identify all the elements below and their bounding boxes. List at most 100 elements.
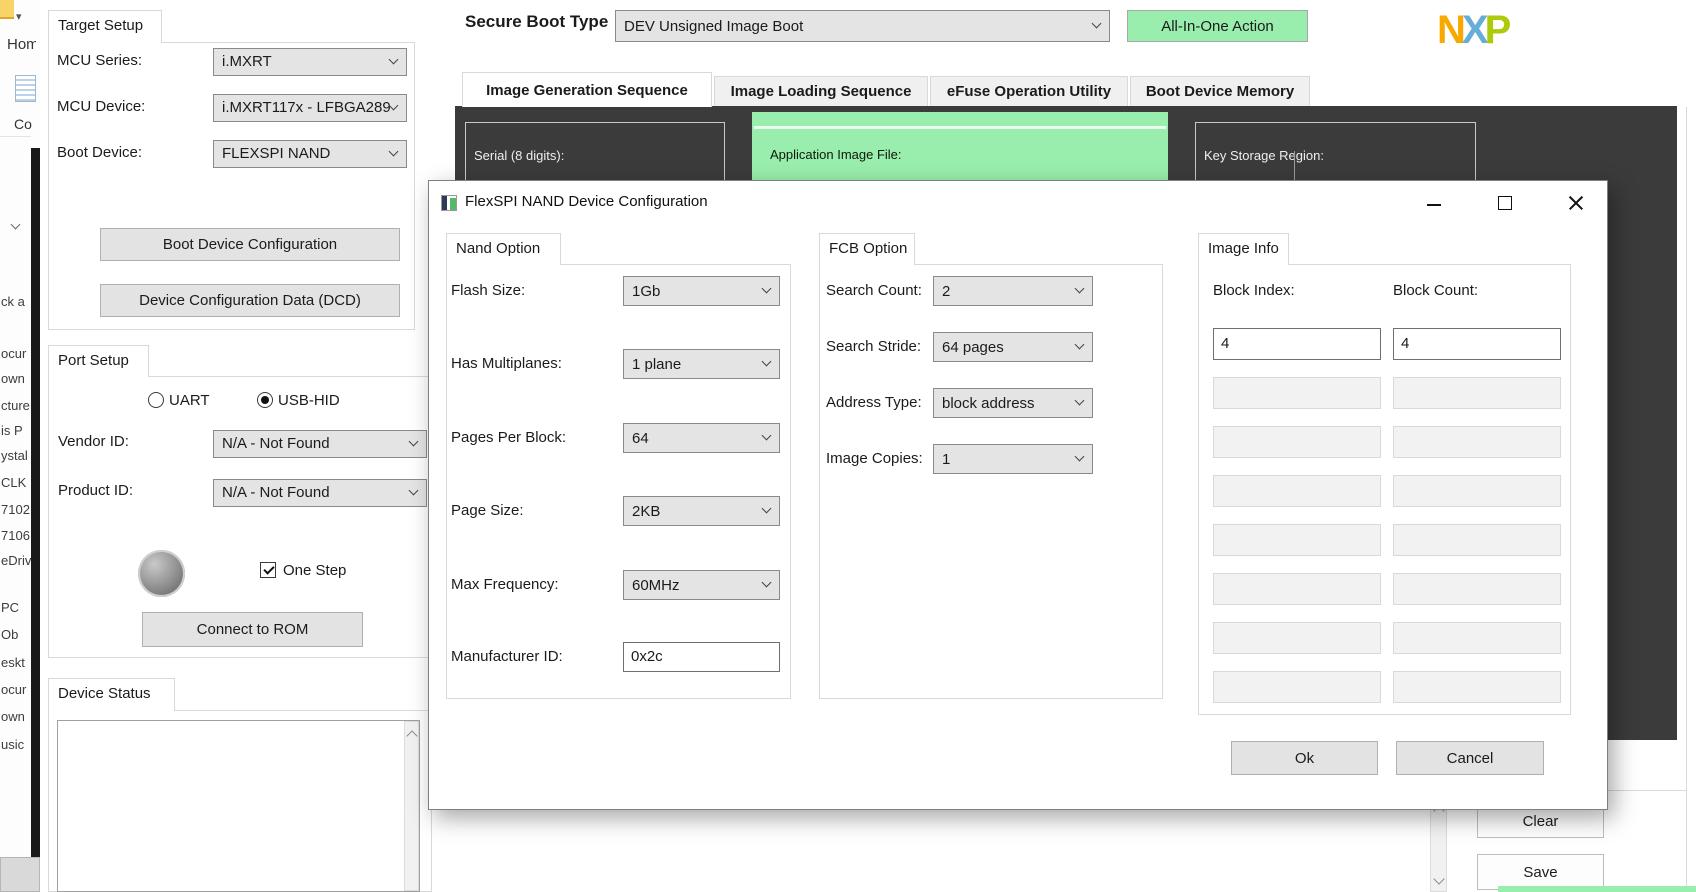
uart-radio[interactable] — [148, 392, 164, 408]
explorer-nav-item[interactable]: is P — [1, 423, 31, 440]
search-count-value: 2 — [942, 283, 951, 300]
explorer-nav-item[interactable]: Ob — [1, 627, 31, 644]
block-count-input — [1393, 622, 1561, 654]
connection-led-indicator — [138, 550, 185, 597]
close-button[interactable] — [1560, 191, 1590, 217]
explorer-home-tab[interactable]: Hom — [7, 36, 36, 53]
copy-document-icon[interactable] — [15, 75, 36, 102]
block-index-input — [1213, 377, 1381, 409]
explorer-nav-item[interactable]: CLK — [1, 475, 31, 492]
explorer-nav-item[interactable]: ocur — [1, 346, 31, 363]
explorer-nav-item[interactable]: ystal — [1, 448, 31, 465]
window-right-border — [1686, 107, 1687, 892]
boot-device-configuration-button[interactable]: Boot Device Configuration — [100, 228, 400, 261]
chevron-down-icon — [761, 283, 772, 294]
vendor-id-value: N/A - Not Found — [222, 435, 330, 452]
explorer-nav-item[interactable]: own — [1, 709, 31, 726]
flash-size-combo[interactable]: 1Gb — [623, 276, 780, 306]
explorer-nav-item[interactable]: PC — [1, 600, 31, 617]
group-tab-nand-option: Nand Option — [446, 233, 561, 265]
one-step-checkbox[interactable] — [260, 562, 276, 578]
mcu-device-combo[interactable]: i.MXRT117x - LFBGA289 — [213, 94, 407, 122]
chevron-down-icon — [388, 54, 399, 65]
block-index-input — [1213, 475, 1381, 507]
key-storage-label: Key Storage Region: — [1204, 148, 1324, 163]
chevron-down-icon — [408, 436, 419, 447]
device-status-scrollbar[interactable] — [404, 721, 419, 891]
product-id-combo[interactable]: N/A - Not Found — [213, 479, 427, 507]
nav-collapse-chevron-icon[interactable] — [10, 219, 21, 230]
manufacturer-id-input[interactable]: 0x2c — [623, 642, 780, 672]
device-status-textarea[interactable] — [57, 720, 420, 892]
one-step-label: One Step — [283, 562, 347, 579]
block-count-input[interactable]: 4 — [1393, 328, 1561, 360]
search-stride-value: 64 pages — [942, 339, 1004, 356]
boot-device-label: Boot Device: — [57, 144, 143, 161]
tab-boot-device-memory[interactable]: Boot Device Memory — [1130, 76, 1310, 106]
max-frequency-value: 60MHz — [632, 577, 680, 594]
scroll-down-icon[interactable] — [1433, 873, 1445, 885]
folder-icon — [0, 0, 14, 19]
tab-image-loading-sequence[interactable]: Image Loading Sequence — [714, 76, 928, 106]
block-index-input[interactable]: 4 — [1213, 328, 1381, 360]
tab-efuse-operation-utility[interactable]: eFuse Operation Utility — [930, 76, 1128, 106]
page-size-combo[interactable]: 2KB — [623, 496, 780, 526]
address-type-combo[interactable]: block address — [933, 388, 1093, 418]
quick-access-arrow-icon[interactable]: ▾ — [16, 10, 22, 23]
fcb-option-group — [819, 264, 1163, 699]
max-frequency-combo[interactable]: 60MHz — [623, 570, 780, 600]
minimize-button[interactable] — [1419, 191, 1449, 217]
scroll-up-icon[interactable] — [406, 730, 418, 742]
mcu-series-combo[interactable]: i.MXRT — [213, 48, 407, 76]
nxp-logo-n: N — [1437, 8, 1466, 52]
dialog-app-icon — [441, 195, 457, 211]
pages-per-block-combo[interactable]: 64 — [623, 423, 780, 453]
device-configuration-data-button[interactable]: Device Configuration Data (DCD) — [100, 284, 400, 317]
explorer-nav-item[interactable]: eDriv — [1, 553, 31, 570]
screen: ▾ Hom Co ck a ocur own cture is P ystal … — [0, 0, 1696, 892]
chevron-down-icon — [761, 503, 772, 514]
cancel-button[interactable]: Cancel — [1396, 741, 1544, 775]
image-copies-combo[interactable]: 1 — [933, 444, 1093, 474]
has-multiplanes-combo[interactable]: 1 plane — [623, 349, 780, 379]
explorer-nav-item[interactable]: 7106 — [1, 528, 31, 545]
explorer-nav-item[interactable]: eskt — [1, 655, 31, 672]
flash-size-value: 1Gb — [632, 283, 661, 300]
secure-boot-type-combo[interactable]: DEV Unsigned Image Boot — [615, 10, 1110, 42]
explorer-nav-item[interactable]: own — [1, 371, 31, 388]
boot-device-combo[interactable]: FLEXSPI NAND — [213, 140, 407, 168]
application-image-divider — [754, 126, 1166, 129]
serial-label: Serial (8 digits): — [474, 148, 565, 163]
nxp-logo-p: P — [1484, 8, 1512, 52]
group-tab-device-status: Device Status — [48, 678, 175, 711]
connect-to-rom-button[interactable]: Connect to ROM — [142, 612, 363, 647]
max-frequency-label: Max Frequency: — [451, 576, 559, 593]
nand-option-group — [446, 264, 791, 699]
search-stride-label: Search Stride: — [826, 338, 922, 355]
explorer-nav-item[interactable]: cture — [1, 398, 31, 415]
chevron-down-icon — [1074, 283, 1085, 294]
block-index-input — [1213, 573, 1381, 605]
mcu-device-label: MCU Device: — [57, 98, 146, 115]
page-size-label: Page Size: — [451, 502, 524, 519]
explorer-nav-item[interactable]: ck a — [1, 294, 31, 311]
search-count-combo[interactable]: 2 — [933, 276, 1093, 306]
search-count-label: Search Count: — [826, 282, 922, 299]
all-in-one-action-button[interactable]: All-In-One Action — [1127, 10, 1308, 42]
mcu-device-value: i.MXRT117x - LFBGA289 — [222, 99, 391, 116]
explorer-nav-item[interactable]: ocur — [1, 682, 31, 699]
explorer-nav-item[interactable]: usic — [1, 737, 31, 754]
explorer-copy-label: Co — [14, 116, 32, 132]
log-scrollbar[interactable] — [1430, 796, 1447, 892]
chevron-down-icon — [761, 577, 772, 588]
log-save-button[interactable]: Save — [1477, 854, 1604, 890]
vendor-id-combo[interactable]: N/A - Not Found — [213, 430, 427, 458]
maximize-button[interactable] — [1490, 191, 1520, 217]
tab-image-generation-sequence[interactable]: Image Generation Sequence — [462, 72, 712, 107]
search-stride-combo[interactable]: 64 pages — [933, 332, 1093, 362]
usb-hid-radio[interactable] — [257, 392, 273, 408]
chevron-down-icon — [1074, 339, 1085, 350]
usb-hid-radio-label: USB-HID — [278, 392, 340, 409]
explorer-nav-item[interactable]: 7102 — [1, 502, 31, 519]
ok-button[interactable]: Ok — [1231, 741, 1378, 775]
